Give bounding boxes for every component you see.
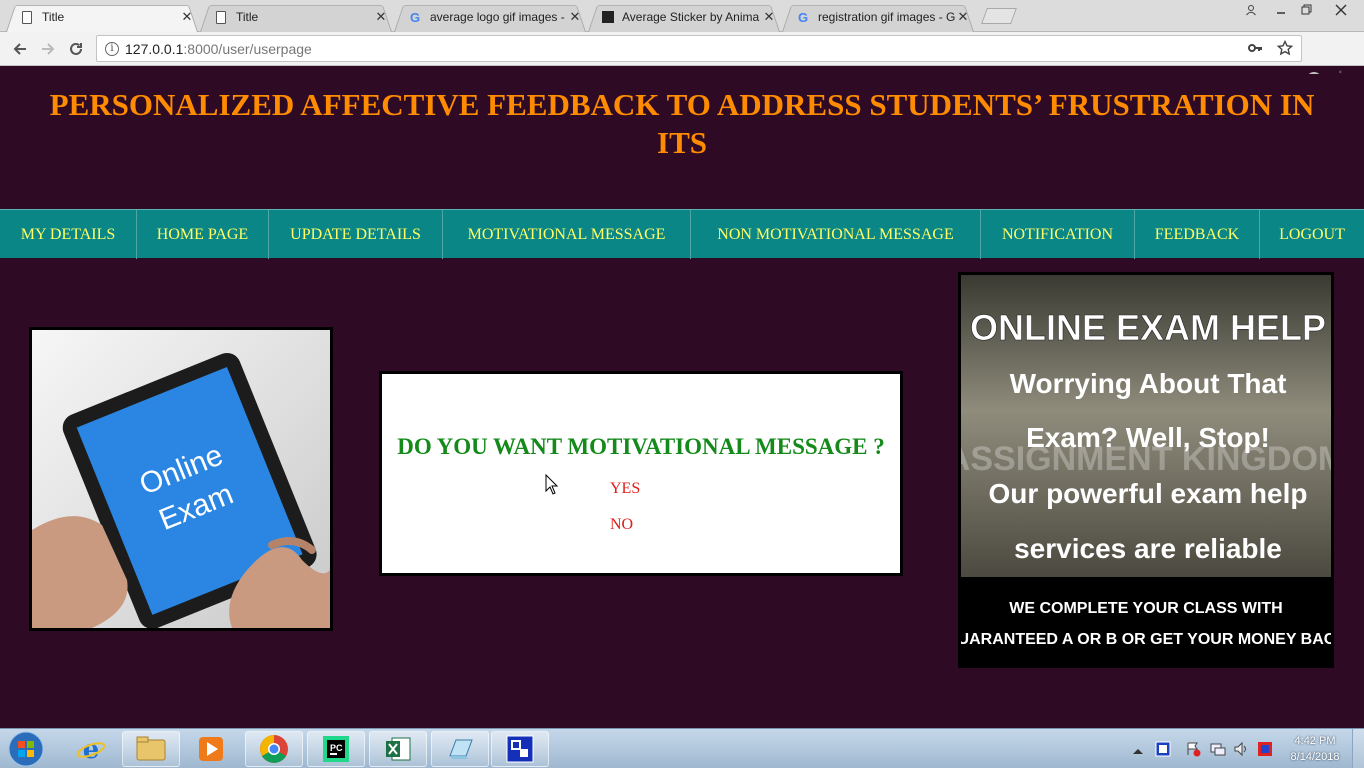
ad-line-4: services are reliable bbox=[1014, 533, 1282, 564]
tab-label: average logo gif images - G bbox=[430, 10, 568, 24]
close-icon[interactable]: ✕ bbox=[180, 9, 194, 25]
action-center-icon[interactable] bbox=[1185, 741, 1201, 757]
close-icon[interactable]: ✕ bbox=[762, 9, 776, 25]
media-player-icon[interactable] bbox=[182, 731, 240, 767]
online-exam-image: Online Exam bbox=[29, 327, 333, 631]
tab-title-2[interactable]: Title ✕ bbox=[196, 2, 396, 32]
close-icon[interactable]: ✕ bbox=[956, 9, 970, 25]
motivational-prompt-box: DO YOU WANT MOTIVATIONAL MESSAGE ? YES N… bbox=[379, 371, 903, 576]
reload-icon[interactable] bbox=[64, 37, 88, 61]
nav-feedback[interactable]: FEEDBACK bbox=[1135, 210, 1260, 259]
nav-update-details[interactable]: UPDATE DETAILS bbox=[269, 210, 443, 259]
nav-motivational-message[interactable]: MOTIVATIONAL MESSAGE bbox=[443, 210, 691, 259]
browser-toolbar: i 127.0.0.1:8000/user/userpage ··· bbox=[0, 32, 1364, 93]
nav-home-page[interactable]: HOME PAGE bbox=[137, 210, 269, 259]
web-page: PERSONALIZED AFFECTIVE FEEDBACK TO ADDRE… bbox=[0, 74, 1364, 728]
clock-time: 4:42 PM bbox=[1294, 735, 1336, 747]
show-hidden-icons-icon[interactable] bbox=[1132, 743, 1148, 759]
exam-help-ad-image: ASSIGNMENT KINGDOM ONLINE EXAM HELP Worr… bbox=[958, 272, 1334, 668]
tab-label: registration gif images - G bbox=[818, 10, 956, 24]
page-icon bbox=[22, 10, 32, 24]
tab-title-1[interactable]: Title ✕ bbox=[2, 2, 202, 32]
info-icon[interactable]: i bbox=[105, 41, 119, 56]
user-icon[interactable] bbox=[1236, 1, 1266, 18]
forward-icon[interactable] bbox=[36, 37, 60, 61]
start-button[interactable] bbox=[4, 730, 48, 768]
file-explorer-icon[interactable] bbox=[122, 731, 180, 767]
close-icon[interactable]: ✕ bbox=[374, 9, 388, 25]
new-tab-button[interactable] bbox=[981, 8, 1017, 24]
browser-tab-strip: Title ✕ Title ✕ G average logo gif image… bbox=[0, 0, 1364, 32]
page-title: PERSONALIZED AFFECTIVE FEEDBACK TO ADDRE… bbox=[49, 87, 1315, 160]
url-path: :8000/user/userpage bbox=[183, 40, 312, 57]
ad-line-1: Worrying About That bbox=[1010, 368, 1287, 399]
system-clock[interactable]: 4:42 PM 8/14/2018 bbox=[1280, 733, 1350, 765]
nav-logout[interactable]: LOGOUT bbox=[1260, 210, 1364, 259]
network-icon[interactable] bbox=[1210, 741, 1226, 757]
main-nav: MY DETAILS HOME PAGE UPDATE DETAILS MOTI… bbox=[0, 209, 1364, 259]
nav-notification[interactable]: NOTIFICATION bbox=[981, 210, 1135, 259]
windows-taskbar: e PC 4:42 PM 8/14/2018 bbox=[0, 728, 1364, 768]
prompt-question: DO YOU WANT MOTIVATIONAL MESSAGE ? bbox=[397, 434, 885, 459]
back-icon[interactable] bbox=[8, 37, 32, 61]
tab-label: Average Sticker by Anima bbox=[622, 10, 760, 24]
show-desktop-button[interactable] bbox=[1352, 729, 1364, 768]
tab-average-logo[interactable]: G average logo gif images - G ✕ bbox=[390, 2, 590, 32]
mouse-cursor-icon bbox=[545, 473, 559, 501]
close-icon[interactable]: ✕ bbox=[568, 9, 582, 25]
pycharm-icon[interactable]: PC bbox=[307, 731, 365, 767]
google-icon: G bbox=[409, 9, 421, 25]
ad-footer-1: WE COMPLETE YOUR CLASS WITH bbox=[1009, 600, 1282, 617]
no-link[interactable]: NO bbox=[610, 516, 640, 534]
key-icon[interactable] bbox=[1247, 40, 1263, 60]
volume-icon[interactable] bbox=[1233, 741, 1249, 757]
tab-label: Title bbox=[42, 10, 65, 24]
close-window-button[interactable] bbox=[1326, 1, 1356, 18]
ad-heading: ONLINE EXAM HELP bbox=[970, 307, 1326, 348]
ad-line-2: Exam? Well, Stop! bbox=[1026, 422, 1270, 453]
yes-link[interactable]: YES bbox=[610, 480, 646, 498]
excel-icon[interactable] bbox=[369, 731, 427, 767]
tray-app-icon[interactable] bbox=[1155, 741, 1171, 757]
notepad-icon[interactable] bbox=[431, 731, 489, 767]
chrome-icon[interactable] bbox=[245, 731, 303, 767]
nav-non-motivational-message[interactable]: NON MOTIVATIONAL MESSAGE bbox=[691, 210, 981, 259]
tray-flag-icon[interactable] bbox=[1257, 741, 1273, 757]
internet-explorer-icon[interactable]: e bbox=[62, 731, 120, 767]
svg-text:e: e bbox=[83, 735, 100, 764]
ad-line-3: Our powerful exam help bbox=[989, 478, 1308, 509]
clock-date: 8/14/2018 bbox=[1290, 751, 1340, 763]
tab-label: Title bbox=[236, 10, 259, 24]
address-bar[interactable]: i 127.0.0.1:8000/user/userpage bbox=[96, 35, 1302, 62]
page-icon bbox=[216, 10, 226, 24]
tab-registration-gif[interactable]: G registration gif images - G ✕ bbox=[778, 2, 978, 32]
restore-button[interactable] bbox=[1292, 1, 1322, 18]
nav-my-details[interactable]: MY DETAILS bbox=[0, 210, 137, 259]
star-icon[interactable] bbox=[1276, 39, 1294, 60]
sticker-icon bbox=[602, 11, 614, 23]
tab-average-sticker[interactable]: Average Sticker by Anima ✕ bbox=[584, 2, 784, 32]
url-host: 127.0.0.1 bbox=[125, 40, 184, 57]
pycharm-text: PC bbox=[330, 743, 343, 753]
ad-footer-2: GUARANTEED A OR B OR GET YOUR MONEY BACK bbox=[961, 631, 1331, 648]
google-icon: G bbox=[797, 9, 809, 25]
app-icon[interactable] bbox=[491, 731, 549, 767]
